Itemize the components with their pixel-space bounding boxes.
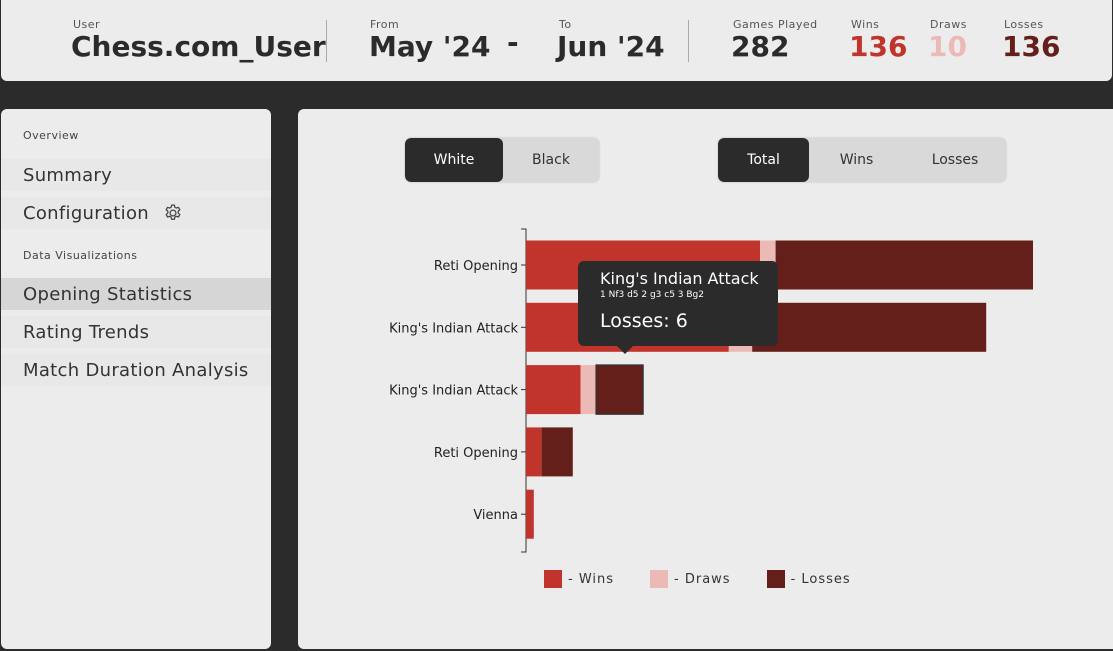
y-tick-label: Reti Opening: [434, 259, 518, 274]
sidebar-item-match-duration[interactable]: Match Duration Analysis: [1, 354, 271, 386]
stats-header: User Chess.com_User From May '24 - To Ju…: [1, 0, 1112, 81]
legend-swatch-wins: [544, 570, 562, 588]
bar-segment-losses[interactable]: [752, 302, 987, 352]
sidebar-item-label: Rating Trends: [23, 321, 150, 343]
from-value: May '24: [369, 30, 491, 63]
losses-value: 136: [1002, 30, 1061, 63]
legend-item-draws: - Draws: [650, 570, 731, 588]
legend-label-losses: - Losses: [790, 571, 851, 587]
sidebar-item-summary[interactable]: Summary: [1, 159, 271, 191]
main-panel: White Black Total Wins Losses Reti Openi…: [298, 109, 1113, 649]
legend-swatch-draws: [650, 570, 669, 588]
gear-icon: [165, 204, 181, 220]
legend-item-wins: - Wins: [544, 570, 614, 588]
sidebar-item-configuration[interactable]: Configuration: [1, 197, 271, 229]
sidebar-item-opening-statistics[interactable]: Opening Statistics: [1, 278, 271, 310]
tooltip-value: Losses: 6: [600, 310, 688, 332]
to-value: Jun '24: [557, 30, 665, 63]
y-tick-label: Reti Opening: [434, 446, 518, 461]
chart-tooltip: King's Indian Attack 1 Nf3 d5 2 g3 c5 3 …: [578, 261, 778, 354]
sidebar-item-label: Opening Statistics: [23, 283, 193, 305]
sidebar: Overview Summary Configuration Data Visu…: [1, 109, 271, 649]
sidebar-item-label: Configuration: [23, 202, 149, 224]
divider: [688, 20, 689, 62]
tooltip-title: King's Indian Attack: [600, 269, 759, 288]
bar-segment-losses[interactable]: [595, 364, 644, 415]
range-separator: -: [507, 26, 519, 59]
y-tick-label: Vienna: [473, 508, 518, 523]
sidebar-item-label: Match Duration Analysis: [23, 359, 249, 381]
bar-segment-losses[interactable]: [775, 240, 1033, 290]
games-value: 282: [731, 30, 790, 63]
dataviz-section-label: Data Visualizations: [23, 249, 138, 262]
legend-label-draws: - Draws: [674, 571, 731, 587]
chart-legend: - Wins - Draws - Losses: [544, 570, 887, 588]
y-tick-label: King's Indian Attack: [389, 321, 518, 336]
y-tick-label: King's Indian Attack: [389, 384, 518, 399]
draws-value: 10: [928, 30, 967, 63]
bar-segment-draws[interactable]: [580, 365, 597, 415]
wins-value: 136: [849, 30, 908, 63]
legend-item-losses: - Losses: [766, 570, 851, 588]
tooltip-arrow: [616, 345, 634, 354]
bar-segment-wins[interactable]: [526, 365, 581, 415]
sidebar-item-label: Summary: [23, 164, 113, 186]
legend-label-wins: - Wins: [568, 571, 615, 587]
sidebar-item-rating-trends[interactable]: Rating Trends: [1, 316, 271, 348]
overview-section-label: Overview: [23, 129, 79, 142]
bar-segment-wins[interactable]: [526, 427, 542, 477]
bar-segment-losses[interactable]: [541, 427, 573, 477]
legend-swatch-losses: [766, 570, 785, 588]
tooltip-moves: 1 Nf3 d5 2 g3 c5 3 Bg2: [600, 290, 704, 300]
user-value: Chess.com_User: [71, 30, 326, 63]
divider: [326, 20, 327, 62]
y-axis-line: [521, 228, 527, 553]
bar-segment-wins[interactable]: [526, 489, 534, 539]
